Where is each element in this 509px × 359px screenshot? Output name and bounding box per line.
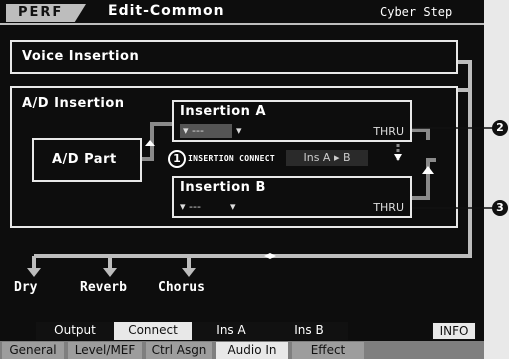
callout-3: 3 (492, 200, 508, 216)
callout-2: 2 (492, 120, 508, 136)
callout-lines (412, 127, 494, 209)
